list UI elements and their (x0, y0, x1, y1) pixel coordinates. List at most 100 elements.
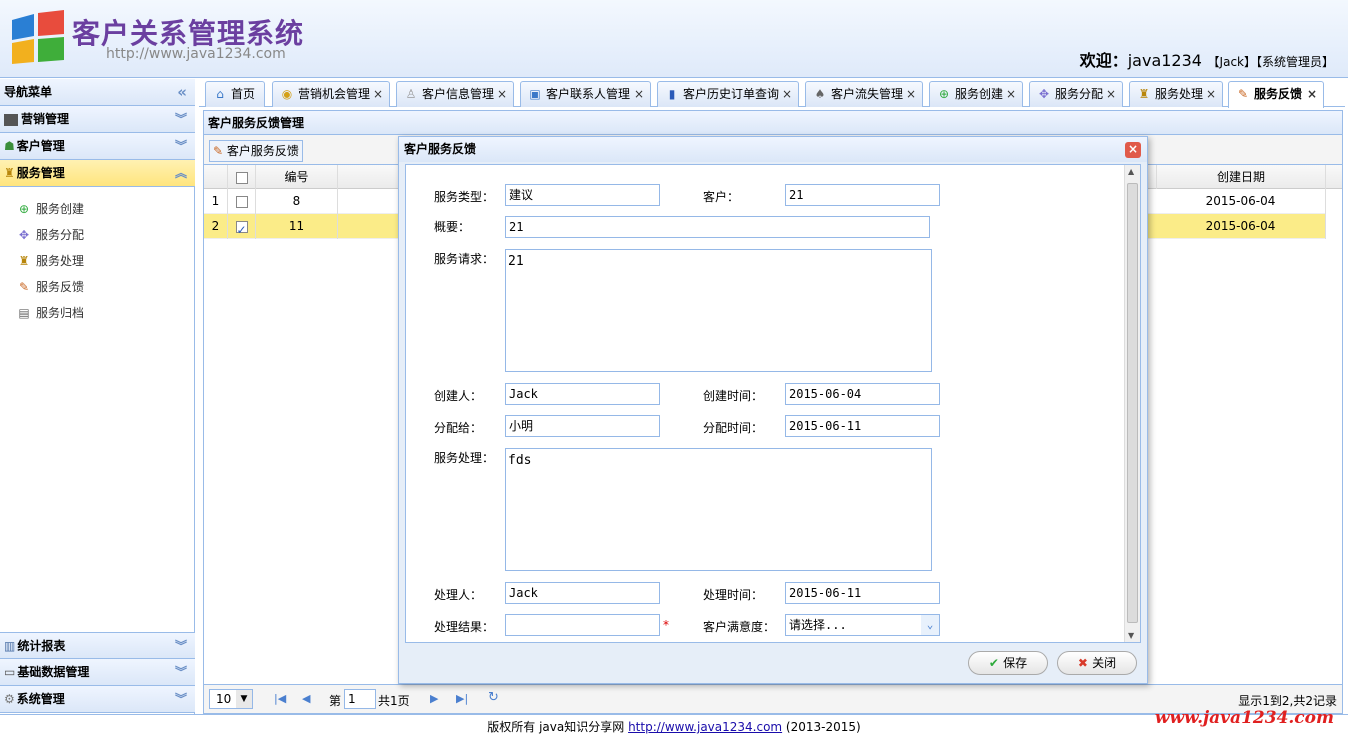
handle-time-input[interactable]: 2015-06-11 (785, 582, 940, 604)
tab-contacts[interactable]: ▣ 客户联系人管理 × (520, 81, 651, 107)
service-request-textarea[interactable]: 21 (505, 249, 932, 372)
footer-link[interactable]: http://www.java1234.com (628, 720, 782, 734)
close-icon[interactable]: × (782, 82, 792, 106)
column-header-id[interactable]: 编号 (256, 165, 338, 189)
sidebar-section-customer[interactable]: ☗ 客户管理 ︾ (0, 133, 195, 160)
close-icon[interactable]: × (1106, 82, 1116, 106)
bottle-icon: ♜ (1138, 87, 1150, 101)
dialog-footer: ✔ 保存 ✖ 关闭 (399, 645, 1147, 683)
tab-label: 客户流失管理 (831, 87, 904, 101)
satisfaction-value: 请选择... (789, 618, 847, 632)
close-icon[interactable]: × (634, 82, 644, 106)
page-size-value: 10 (216, 692, 232, 706)
marketing-icon (4, 113, 18, 126)
chevron-down-icon: ⌄ (921, 615, 939, 635)
summary-input[interactable]: 21 (505, 216, 930, 238)
save-button[interactable]: ✔ 保存 (968, 651, 1048, 675)
footer-years: (2013-2015) (782, 720, 861, 734)
row-checkbox[interactable] (235, 218, 248, 243)
sidebar-item-service-create[interactable]: ⊕ 服务创建 (16, 198, 84, 220)
welcome-user-detail: 【Jack】【系统管理员】 (1207, 55, 1334, 69)
service-type-input[interactable]: 建议 (505, 184, 660, 206)
customer-input[interactable]: 21 (785, 184, 940, 206)
sidebar-item-service-feedback[interactable]: ✎ 服务反馈 (16, 276, 84, 298)
label-handle-time: 处理时间： (703, 588, 764, 602)
sidebar-item-service-handle[interactable]: ♜ 服务处理 (16, 250, 84, 272)
sidebar-item-service-archive[interactable]: ▤ 服务归档 (16, 302, 84, 324)
tab-label: 客户联系人管理 (546, 87, 631, 101)
chevron-down-icon: ︾ (174, 139, 187, 153)
close-icon[interactable]: × (373, 82, 383, 106)
row-checkbox[interactable] (235, 195, 248, 208)
sidebar-section-basedata[interactable]: ▭ 基础数据管理 ︾ (0, 659, 195, 686)
tab-order-history[interactable]: ▮ 客户历史订单查询 × (657, 81, 799, 107)
creator-input[interactable]: Jack (505, 383, 660, 405)
sidebar-section-marketing[interactable]: 营销管理 ︾ (0, 106, 195, 133)
refresh-icon[interactable]: ↻ (488, 690, 499, 705)
label-handler: 处理人： (434, 588, 483, 602)
required-mark: * (663, 618, 669, 632)
row-created: 2015-06-04 (1156, 189, 1326, 214)
tab-label: 客户信息管理 (422, 87, 495, 101)
tab-label: 服务分配 (1055, 87, 1104, 101)
close-button-label: 关闭 (1092, 656, 1117, 670)
tab-service-handle[interactable]: ♜ 服务处理 × (1129, 81, 1223, 107)
assignee-input[interactable]: 小明 (505, 415, 660, 437)
customer-icon: ☗ (4, 139, 15, 153)
column-header-created[interactable]: 创建日期 (1156, 165, 1326, 189)
label-summary: 概要： (434, 220, 471, 234)
page-input[interactable]: 1 (344, 689, 376, 709)
dialog-scrollbar[interactable]: ▲ ▼ (1124, 165, 1140, 642)
satisfaction-select[interactable]: 请选择... ⌄ (785, 614, 940, 636)
close-icon[interactable]: × (1006, 82, 1016, 106)
last-page-icon[interactable]: ▶| (456, 692, 468, 705)
sidebar-section-label: 服务管理 (16, 166, 65, 180)
welcome-user: java1234 (1127, 51, 1202, 70)
sidebar-section-reports[interactable]: ▥ 统计报表 ︾ (0, 632, 195, 659)
tab-home[interactable]: ⌂ 首页 (205, 81, 265, 107)
create-time-input[interactable]: 2015-06-04 (785, 383, 940, 405)
close-icon[interactable]: × (1206, 82, 1216, 106)
collapse-left-icon[interactable]: « (177, 79, 187, 105)
tab-customer-info[interactable]: ♙ 客户信息管理 × (396, 81, 514, 107)
prev-page-icon[interactable]: ◀ (302, 692, 310, 705)
feedback-icon: ✎ (18, 280, 30, 294)
scroll-down-icon[interactable]: ▼ (1128, 631, 1134, 640)
tab-marketing[interactable]: ◉ 营销机会管理 × (272, 81, 390, 107)
assign-time-input[interactable]: 2015-06-11 (785, 415, 940, 437)
tab-service-create[interactable]: ⊕ 服务创建 × (929, 81, 1023, 107)
label-create-time: 创建时间： (703, 389, 764, 403)
next-page-icon[interactable]: ▶ (430, 692, 438, 705)
first-page-icon[interactable]: |◀ (274, 692, 286, 705)
coins-icon: ◉ (281, 87, 293, 101)
sidebar-item-label: 服务处理 (36, 254, 85, 268)
move-icon: ✥ (18, 228, 30, 242)
page-total: 共1页 (378, 694, 410, 708)
result-input[interactable] (505, 614, 660, 636)
tab-service-assign[interactable]: ✥ 服务分配 × (1029, 81, 1123, 107)
sidebar-section-system[interactable]: ⚙ 系统管理 ︾ (0, 686, 195, 713)
handler-input[interactable]: Jack (505, 582, 660, 604)
scroll-thumb[interactable] (1127, 183, 1138, 623)
page-size-select[interactable]: 10 ▼ (209, 689, 253, 709)
sidebar-item-service-assign[interactable]: ✥ 服务分配 (16, 224, 84, 246)
close-icon[interactable]: × (906, 82, 916, 106)
service-handling-textarea[interactable]: fds (505, 448, 932, 571)
close-icon[interactable]: × (1307, 82, 1317, 106)
contacts-icon: ▣ (529, 87, 541, 101)
close-icon[interactable]: × (497, 82, 507, 106)
sidebar-item-label: 服务分配 (36, 228, 85, 242)
tab-service-feedback[interactable]: ✎ 服务反馈 × (1228, 81, 1324, 108)
select-all-checkbox[interactable] (235, 171, 248, 184)
feedback-button[interactable]: ✎ 客户服务反馈 (209, 140, 303, 162)
tab-churn[interactable]: ♠ 客户流失管理 × (805, 81, 923, 107)
scroll-up-icon[interactable]: ▲ (1128, 167, 1134, 176)
close-button[interactable]: ✖ 关闭 (1057, 651, 1137, 675)
label-result: 处理结果： (434, 620, 495, 634)
sidebar-section-service[interactable]: ♜ 服务管理 ︽ (0, 160, 195, 187)
label-handling: 服务处理： (434, 451, 495, 465)
save-button-label: 保存 (1003, 656, 1028, 670)
app-logo-icon (12, 10, 64, 64)
row-number: 2 (204, 214, 228, 239)
close-icon[interactable]: × (1125, 142, 1141, 158)
